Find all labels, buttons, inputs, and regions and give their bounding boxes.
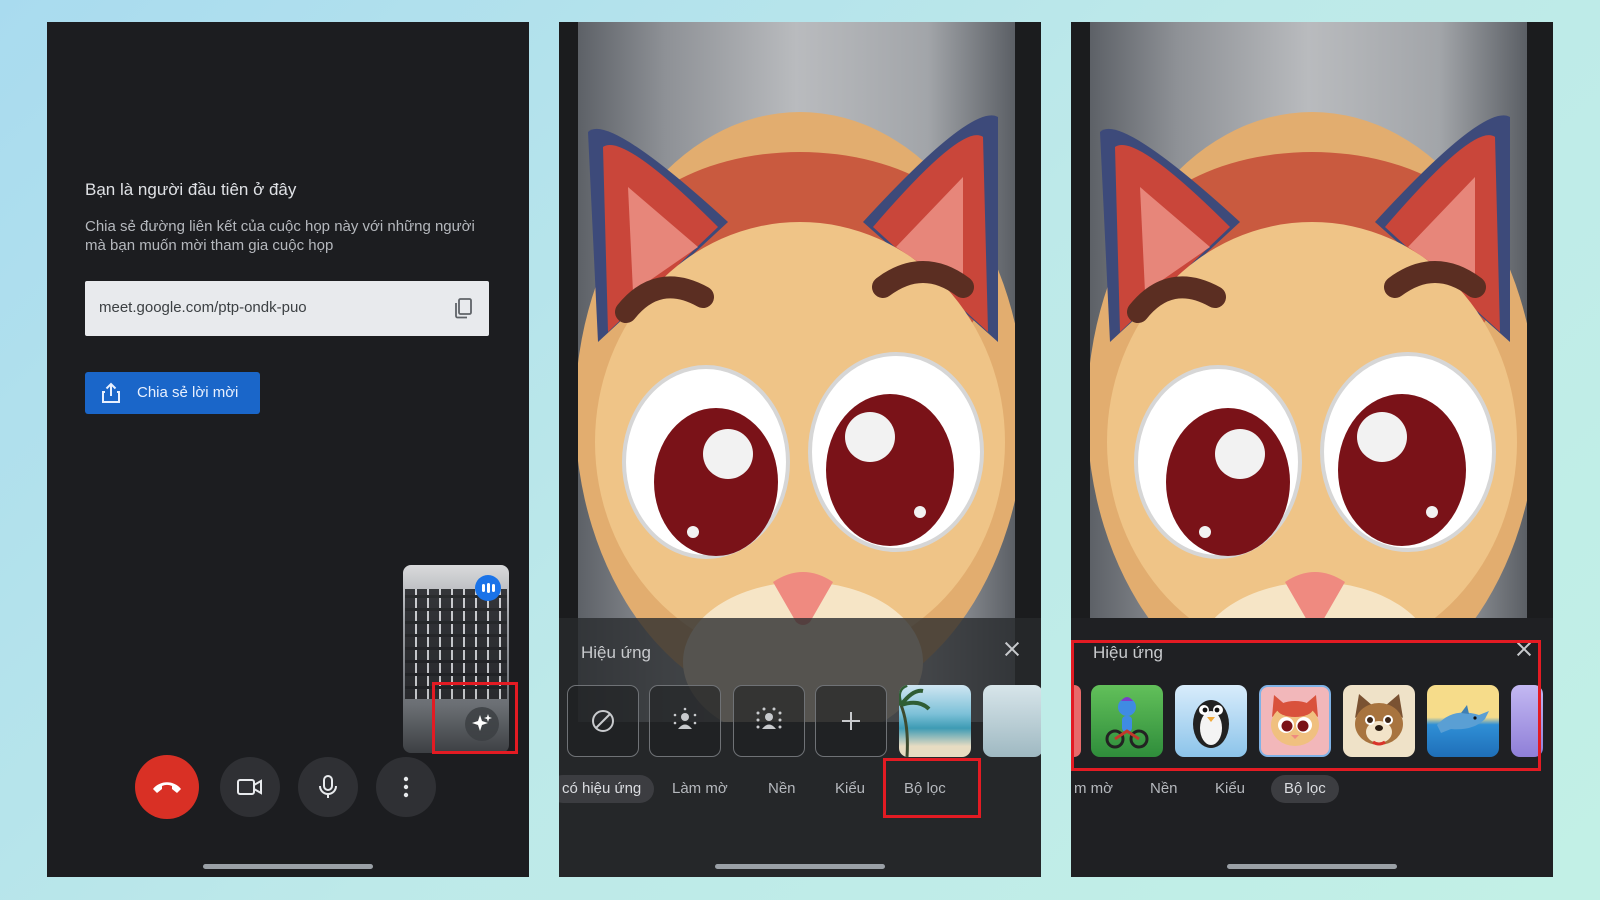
slight-blur-tile[interactable]	[649, 685, 721, 757]
cat-filter-tile[interactable]	[1259, 685, 1331, 757]
effects-category-tabs: m mờ Nền Kiểu Bộ lọc	[1071, 775, 1553, 803]
tab-background[interactable]: Nền	[755, 775, 809, 803]
dog-filter-tile[interactable]	[1343, 685, 1415, 757]
microphone-toggle-button[interactable]	[298, 757, 358, 817]
more-options-button[interactable]	[376, 757, 436, 817]
close-icon[interactable]	[1515, 640, 1533, 658]
share-invite-button[interactable]: Chia sẻ lời mời	[85, 372, 260, 414]
tab-filters[interactable]: Bộ lọc	[891, 775, 959, 803]
dolphin-filter-tile[interactable]	[1427, 685, 1499, 757]
cat-filter-icon	[1271, 695, 1319, 746]
slight-blur-icon	[673, 707, 697, 729]
share-icon	[102, 382, 120, 403]
add-icon	[842, 712, 860, 730]
effects-screen-filters: Hiệu ứng m mờ Nền Kiểu Bộ lọc	[1071, 22, 1553, 877]
partial-filter-tile[interactable]	[1071, 685, 1081, 757]
beach-background-tile[interactable]	[899, 685, 971, 757]
tab-style[interactable]: Kiểu	[1202, 775, 1258, 803]
tab-filters[interactable]: Bộ lọc	[1271, 775, 1339, 803]
penguin-filter-icon	[1193, 700, 1229, 748]
penguin-filter-tile[interactable]	[1175, 685, 1247, 757]
partial-filter-tile[interactable]	[1511, 685, 1543, 757]
no-effect-tile[interactable]	[567, 685, 639, 757]
blur-icon	[756, 707, 782, 729]
meeting-link-field[interactable]: meet.google.com/ptp-ondk-puo	[85, 281, 489, 336]
home-indicator	[1227, 864, 1397, 869]
end-call-icon	[153, 782, 181, 793]
no-effect-icon	[592, 710, 614, 732]
add-background-tile[interactable]	[815, 685, 887, 757]
tab-blur[interactable]: Làm mờ	[659, 775, 741, 803]
meeting-link-text: meet.google.com/ptp-ondk-puo	[99, 299, 307, 316]
camera-preview	[405, 589, 507, 699]
page-title: Bạn là người đầu tiên ở đây	[85, 180, 297, 199]
invite-description: Chia sẻ đường liên kết của cuộc họp này …	[85, 218, 475, 254]
effects-sheet-title: Hiệu ứng	[1093, 643, 1163, 662]
cat-filter-face	[578, 112, 1015, 722]
more-vert-icon	[403, 776, 409, 798]
effects-sheet: Hiệu ứng	[559, 618, 1041, 877]
camera-preview-cat-filter	[1090, 22, 1527, 722]
microphone-icon	[319, 775, 337, 798]
video-camera-icon	[237, 779, 262, 795]
palm-tree-icon	[899, 685, 931, 757]
background-thumbnail-tile[interactable]	[983, 685, 1041, 757]
effects-category-tabs: có hiệu ứng Làm mờ Nền Kiểu Bộ lọc	[559, 775, 1041, 803]
cat-filter-face	[1090, 112, 1527, 722]
tab-blur[interactable]: m mờ	[1071, 775, 1126, 803]
tab-no-effect[interactable]: có hiệu ứng	[559, 775, 655, 803]
home-indicator	[203, 864, 373, 869]
audio-level-icon	[475, 575, 501, 601]
sparkle-icon	[472, 714, 492, 731]
meet-lobby-screen: Bạn là người đầu tiên ở đây Chia sẻ đườn…	[47, 22, 529, 877]
home-indicator	[715, 864, 885, 869]
effects-sheet: Hiệu ứng	[1071, 618, 1553, 877]
effects-button[interactable]	[465, 707, 499, 741]
blur-tile[interactable]	[733, 685, 805, 757]
cyclist-filter-tile[interactable]	[1091, 685, 1163, 757]
dog-filter-icon	[1355, 694, 1403, 746]
cyclist-filter-icon	[1105, 697, 1149, 749]
camera-toggle-button[interactable]	[220, 757, 280, 817]
self-view-tile[interactable]	[403, 565, 509, 753]
effects-sheet-title: Hiệu ứng	[581, 643, 651, 662]
end-call-button[interactable]	[135, 755, 199, 819]
call-controls	[47, 755, 529, 819]
dolphin-filter-icon	[1437, 705, 1489, 733]
camera-preview-cat-filter	[578, 22, 1015, 722]
effects-screen-backgrounds: Hiệu ứng có hiệu ứng Làm mờ Nền Kiểu Bộ …	[559, 22, 1041, 877]
copy-icon[interactable]	[451, 296, 475, 320]
tab-style[interactable]: Kiểu	[822, 775, 878, 803]
share-invite-label: Chia sẻ lời mời	[137, 384, 239, 401]
tab-background[interactable]: Nền	[1137, 775, 1191, 803]
close-icon[interactable]	[1003, 640, 1021, 658]
